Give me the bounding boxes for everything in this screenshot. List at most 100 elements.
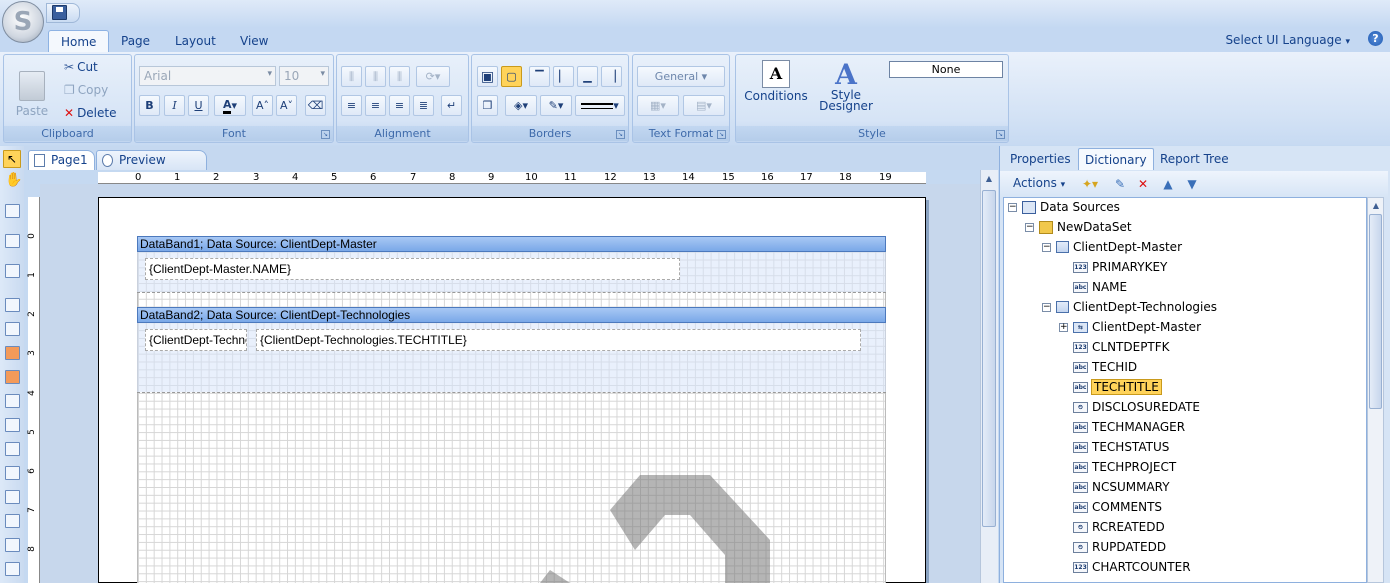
align-top-icon[interactable]: ⫼	[341, 66, 362, 87]
tree-node-clientdept-technologies[interactable]: ClientDept-Technologies	[1056, 298, 1218, 316]
tree-node-clntdeptfk[interactable]: 123 CLNTDEPTFK	[1073, 338, 1171, 356]
tree-node-chartcounter[interactable]: 123 CHARTCOUNTER	[1073, 558, 1192, 576]
expand-toggle[interactable]: +	[1059, 323, 1068, 332]
all-borders-icon[interactable]: ▣	[477, 66, 498, 87]
image-tool-icon[interactable]	[5, 346, 20, 360]
databand2-header[interactable]: DataBand2; Data Source: ClientDept-Techn…	[137, 307, 886, 323]
conditions-button[interactable]: A Conditions	[741, 60, 811, 116]
subreport-icon[interactable]	[5, 418, 20, 432]
border-color-icon[interactable]: ✎▾	[540, 95, 572, 116]
bottom-border-icon[interactable]: ▁	[577, 66, 598, 87]
align-left-icon[interactable]: ≡	[341, 95, 362, 116]
tree-node-techproject[interactable]: abc TECHPROJECT	[1073, 458, 1177, 476]
help-icon[interactable]: ?	[1368, 31, 1383, 46]
align-bottom-icon[interactable]: ⫼	[389, 66, 410, 87]
tree-node-techmanager[interactable]: abc TECHMANAGER	[1073, 418, 1186, 436]
left-border-icon[interactable]: ▏	[553, 66, 574, 87]
underline-icon[interactable]: U	[188, 95, 209, 116]
new-item-icon[interactable]: ✦▾	[1076, 177, 1104, 191]
paste-button[interactable]: Paste	[10, 60, 54, 118]
tree-node-newdataset[interactable]: NewDataSet	[1039, 218, 1133, 236]
text-tool-icon[interactable]	[5, 264, 20, 278]
justify-icon[interactable]: ≣	[413, 95, 434, 116]
tree-node-techid[interactable]: abc TECHID	[1073, 358, 1138, 376]
tree-node-data-sources[interactable]: Data Sources	[1022, 198, 1121, 216]
tab-preview[interactable]: Preview	[96, 150, 207, 170]
move-down-icon[interactable]: ▼	[1185, 177, 1199, 191]
delete-icon[interactable]: ✕	[1136, 177, 1150, 191]
picture-tool-icon[interactable]	[5, 514, 20, 528]
text-format-dialog-launcher-icon[interactable]: ↘	[717, 130, 726, 139]
font-color-icon[interactable]: A ▾	[214, 95, 246, 116]
font-family-combo[interactable]: Arial	[139, 66, 276, 86]
tree-scroll-up-arrow-icon[interactable]: ▲	[1369, 199, 1383, 213]
tree-node-techstatus[interactable]: abc TECHSTATUS	[1073, 438, 1170, 456]
font-dialog-launcher-icon[interactable]: ↘	[321, 130, 330, 139]
italic-icon[interactable]: I	[164, 95, 185, 116]
table-tool-icon[interactable]	[5, 442, 20, 456]
save-icon[interactable]	[52, 5, 67, 20]
move-up-icon[interactable]: ▲	[1161, 177, 1175, 191]
borders-dialog-launcher-icon[interactable]: ↘	[616, 130, 625, 139]
clear-format-icon[interactable]: ⌫	[305, 95, 326, 116]
tab-page1[interactable]: Page1	[28, 150, 95, 170]
expand-toggle[interactable]: −	[1042, 243, 1051, 252]
tree-node-rupdatedd[interactable]: ⏲ RUPDATEDD	[1073, 538, 1167, 556]
align-middle-icon[interactable]: ⫼	[365, 66, 386, 87]
field-clientdept-name[interactable]: {ClientDept-Master.NAME}	[145, 258, 680, 280]
cross-band-icon[interactable]	[5, 234, 20, 248]
shadow-icon[interactable]: ❒	[477, 95, 498, 116]
grow-font-icon[interactable]: A˄	[252, 95, 273, 116]
tree-scroll-thumb[interactable]	[1369, 214, 1382, 409]
edit-icon[interactable]: ✎	[1113, 177, 1127, 191]
app-orb-button[interactable]: S	[2, 1, 44, 43]
style-dialog-launcher-icon[interactable]: ↘	[996, 130, 1005, 139]
tree-node-relation-clientdept-master[interactable]: ⇆ ClientDept-Master	[1073, 318, 1202, 336]
panel-tool-icon[interactable]	[5, 298, 20, 312]
number-format-icon[interactable]: ▤▾	[683, 95, 725, 116]
rotate-text-icon[interactable]: ⟳▾	[416, 66, 450, 87]
fill-color-icon[interactable]: ◈▾	[505, 95, 537, 116]
bold-icon[interactable]: B	[139, 95, 160, 116]
checkbox-tool-icon[interactable]	[5, 394, 20, 408]
actions-dropdown[interactable]: Actions ▾	[1013, 176, 1065, 190]
border-style-icon[interactable]: ▾	[575, 95, 625, 116]
barcode-tool-icon[interactable]	[5, 538, 20, 552]
zip-code-icon[interactable]	[5, 562, 20, 576]
right-border-icon[interactable]: ▕	[601, 66, 622, 87]
tree-node-primarykey[interactable]: 123 PRIMARYKEY	[1073, 258, 1168, 276]
tab-dictionary[interactable]: Dictionary	[1078, 148, 1154, 170]
tab-properties[interactable]: Properties	[1004, 148, 1077, 170]
style-select-box[interactable]: None	[889, 61, 1003, 78]
chart-tool-icon[interactable]	[5, 466, 20, 480]
format-general-dropdown[interactable]: General ▾	[637, 66, 725, 87]
field-techtitle[interactable]: {ClientDept-Technologies.TECHTITLE}	[256, 329, 861, 351]
select-language-menu[interactable]: Select UI Language ▾	[1225, 33, 1350, 47]
delete-button[interactable]: ✕ Delete	[64, 106, 117, 120]
tab-page[interactable]: Page	[109, 30, 162, 52]
tree-node-ncsummary[interactable]: abc NCSUMMARY	[1073, 478, 1171, 496]
word-wrap-icon[interactable]: ↵	[441, 95, 462, 116]
font-size-combo[interactable]: 10	[279, 66, 329, 86]
top-border-icon[interactable]: ▔	[529, 66, 550, 87]
tree-node-name[interactable]: abc NAME	[1073, 278, 1128, 296]
align-right-icon[interactable]: ≡	[389, 95, 410, 116]
shape-tool-icon[interactable]	[5, 322, 20, 336]
align-center-icon[interactable]: ≡	[365, 95, 386, 116]
tab-home[interactable]: Home	[48, 30, 110, 52]
tree-node-comments[interactable]: abc COMMENTS	[1073, 498, 1163, 516]
expand-toggle[interactable]: −	[1008, 203, 1017, 212]
tree-node-clientdept-master[interactable]: ClientDept-Master	[1056, 238, 1183, 256]
canvas-scroll-thumb[interactable]	[982, 190, 996, 527]
expand-toggle[interactable]: −	[1025, 223, 1034, 232]
tab-report-tree[interactable]: Report Tree	[1154, 148, 1235, 170]
rich-text-icon[interactable]	[5, 370, 20, 384]
conditions-format-icon[interactable]: ▦▾	[637, 95, 679, 116]
label-tool-icon[interactable]	[5, 490, 20, 504]
no-border-icon[interactable]: ▢	[501, 66, 522, 87]
shrink-font-icon[interactable]: A˅	[276, 95, 297, 116]
expand-toggle[interactable]: −	[1042, 303, 1051, 312]
tree-node-disclosuredate[interactable]: ⏲ DISCLOSUREDATE	[1073, 398, 1201, 416]
tab-view[interactable]: View	[228, 30, 280, 52]
databand1-header[interactable]: DataBand1; Data Source: ClientDept-Maste…	[137, 236, 886, 252]
